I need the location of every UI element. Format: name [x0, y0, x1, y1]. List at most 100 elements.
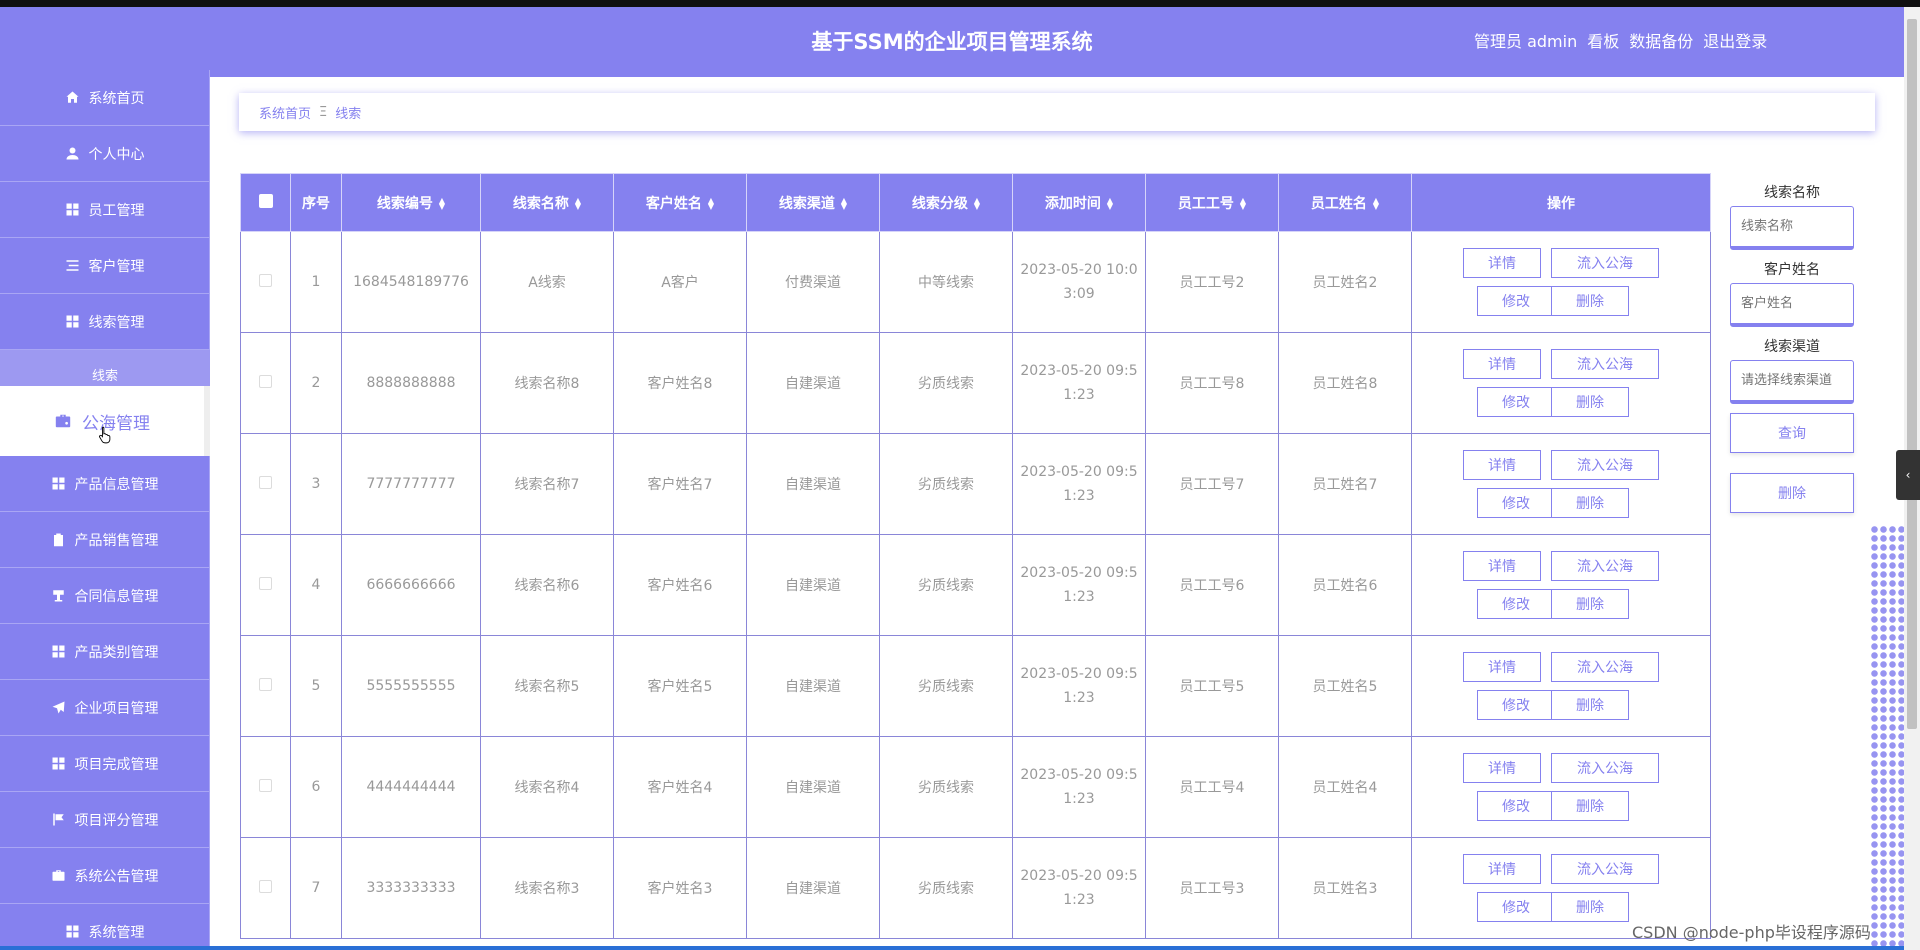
cell-customer: 客户姓名3 [613, 837, 747, 939]
col-header-time[interactable]: 添加时间 ▲ ▼ [1012, 173, 1146, 232]
col-header-emp-name[interactable]: 员工姓名 ▲ ▼ [1278, 173, 1412, 232]
scrollbar-thumb[interactable] [1907, 19, 1917, 729]
sidebar-item-4[interactable]: 线索管理 [0, 294, 210, 350]
edit-button[interactable]: 修改 [1477, 286, 1555, 316]
edit-button[interactable]: 修改 [1477, 488, 1555, 518]
sort-icon[interactable]: ▲ ▼ [1107, 196, 1113, 210]
logout-link[interactable]: 退出登录 [1703, 28, 1767, 52]
detail-button[interactable]: 详情 [1463, 248, 1541, 278]
cell-actions: 详情 流入公海修改 删除 [1411, 736, 1711, 838]
col-header-name[interactable]: 线索名称 ▲ ▼ [480, 173, 614, 232]
sidebar-item-14[interactable]: 系统管理 [0, 904, 210, 950]
sidebar-item-active[interactable]: 公海管理 [0, 386, 210, 456]
to-pool-button[interactable]: 流入公海 [1551, 753, 1659, 783]
row-checkbox-cell[interactable] [240, 837, 291, 939]
sort-icon[interactable]: ▲ ▼ [575, 196, 581, 210]
side-tab-toggle[interactable]: ‹ [1896, 450, 1920, 500]
to-pool-button[interactable]: 流入公海 [1551, 652, 1659, 682]
edit-button[interactable]: 修改 [1477, 690, 1555, 720]
sidebar-item-2[interactable]: 员工管理 [0, 182, 210, 238]
dashboard-link[interactable]: 看板 [1587, 28, 1619, 52]
detail-button[interactable]: 详情 [1463, 450, 1541, 480]
search-name-input[interactable] [1730, 206, 1854, 250]
submenu-head[interactable]: 线索 [0, 350, 210, 386]
cell-emp-no: 员工工号4 [1145, 736, 1279, 838]
sidebar-item-0[interactable]: 系统首页 [0, 70, 210, 126]
col-header-emp-no[interactable]: 员工工号 ▲ ▼ [1145, 173, 1279, 232]
sort-icon[interactable]: ▲ ▼ [974, 196, 980, 210]
select-all-checkbox-cell[interactable] [240, 173, 291, 232]
sort-icon[interactable]: ▲ ▼ [841, 196, 847, 210]
col-header-channel[interactable]: 线索渠道 ▲ ▼ [746, 173, 880, 232]
edit-button[interactable]: 修改 [1477, 892, 1555, 922]
sort-icon[interactable]: ▲ ▼ [708, 196, 714, 210]
sidebar-item-label: 合同信息管理 [74, 588, 159, 605]
clipboard-icon [51, 532, 67, 548]
row-checkbox[interactable] [259, 273, 272, 287]
col-header-code[interactable]: 线索编号 ▲ ▼ [341, 173, 481, 232]
search-customer-input[interactable] [1730, 283, 1854, 327]
row-checkbox-cell[interactable] [240, 332, 291, 434]
sidebar-item-13[interactable]: 系统公告管理 [0, 848, 210, 904]
to-pool-button[interactable]: 流入公海 [1551, 349, 1659, 379]
sort-icon[interactable]: ▲ ▼ [1373, 196, 1379, 210]
row-checkbox-cell[interactable] [240, 736, 291, 838]
query-button[interactable]: 查询 [1730, 413, 1854, 453]
edit-button[interactable]: 修改 [1477, 387, 1555, 417]
to-pool-button[interactable]: 流入公海 [1551, 551, 1659, 581]
row-checkbox[interactable] [259, 879, 272, 893]
delete-button[interactable]: 删除 [1551, 286, 1629, 316]
row-checkbox-cell[interactable] [240, 231, 291, 333]
cell-actions: 详情 流入公海修改 删除 [1411, 433, 1711, 535]
sort-icon[interactable]: ▲ ▼ [1240, 196, 1246, 210]
to-pool-button[interactable]: 流入公海 [1551, 248, 1659, 278]
col-header-level[interactable]: 线索分级 ▲ ▼ [879, 173, 1013, 232]
cell-emp-name: 员工姓名8 [1278, 332, 1412, 434]
sidebar-item-1[interactable]: 个人中心 [0, 126, 210, 182]
row-checkbox[interactable] [259, 677, 272, 691]
delete-button[interactable]: 删除 [1551, 488, 1629, 518]
sidebar-item-10[interactable]: 企业项目管理 [0, 680, 210, 736]
delete-button[interactable]: 删除 [1551, 387, 1629, 417]
row-checkbox[interactable] [259, 576, 272, 590]
sidebar-item-11[interactable]: 项目完成管理 [0, 736, 210, 792]
select-all-checkbox[interactable] [258, 193, 273, 208]
row-checkbox-cell[interactable] [240, 433, 291, 535]
row-checkbox[interactable] [259, 374, 272, 388]
breadcrumb-home[interactable]: 系统首页 [259, 103, 311, 122]
sidebar-item-9[interactable]: 产品类别管理 [0, 624, 210, 680]
sidebar-item-6[interactable]: 产品信息管理 [0, 456, 210, 512]
delete-button[interactable]: 删除 [1551, 690, 1629, 720]
col-header-customer[interactable]: 客户姓名 ▲ ▼ [613, 173, 747, 232]
sidebar-item-8[interactable]: 合同信息管理 [0, 568, 210, 624]
detail-button[interactable]: 详情 [1463, 349, 1541, 379]
row-checkbox-cell[interactable] [240, 635, 291, 737]
edit-button[interactable]: 修改 [1477, 589, 1555, 619]
breadcrumb-current[interactable]: 线索 [335, 103, 361, 122]
detail-button[interactable]: 详情 [1463, 551, 1541, 581]
delete-button[interactable]: 删除 [1551, 791, 1629, 821]
cell-no: 4 [290, 534, 342, 636]
to-pool-button[interactable]: 流入公海 [1551, 854, 1659, 884]
cell-level: 劣质线索 [879, 736, 1013, 838]
row-checkbox[interactable] [259, 778, 272, 792]
cell-name: 线索名称4 [480, 736, 614, 838]
to-pool-button[interactable]: 流入公海 [1551, 450, 1659, 480]
sidebar-item-12[interactable]: 项目评分管理 [0, 792, 210, 848]
delete-button[interactable]: 删除 [1551, 892, 1629, 922]
sidebar-item-3[interactable]: 客户管理 [0, 238, 210, 294]
row-checkbox[interactable] [259, 475, 272, 489]
edit-button[interactable]: 修改 [1477, 791, 1555, 821]
backup-link[interactable]: 数据备份 [1629, 28, 1693, 52]
search-channel-select[interactable] [1730, 360, 1854, 404]
detail-button[interactable]: 详情 [1463, 652, 1541, 682]
batch-delete-button[interactable]: 删除 [1730, 473, 1854, 513]
detail-button[interactable]: 详情 [1463, 854, 1541, 884]
sidebar-item-7[interactable]: 产品销售管理 [0, 512, 210, 568]
detail-button[interactable]: 详情 [1463, 753, 1541, 783]
sort-icon[interactable]: ▲ ▼ [439, 196, 445, 210]
cell-level: 劣质线索 [879, 837, 1013, 939]
row-checkbox-cell[interactable] [240, 534, 291, 636]
cell-name: A线索 [480, 231, 614, 333]
delete-button[interactable]: 删除 [1551, 589, 1629, 619]
